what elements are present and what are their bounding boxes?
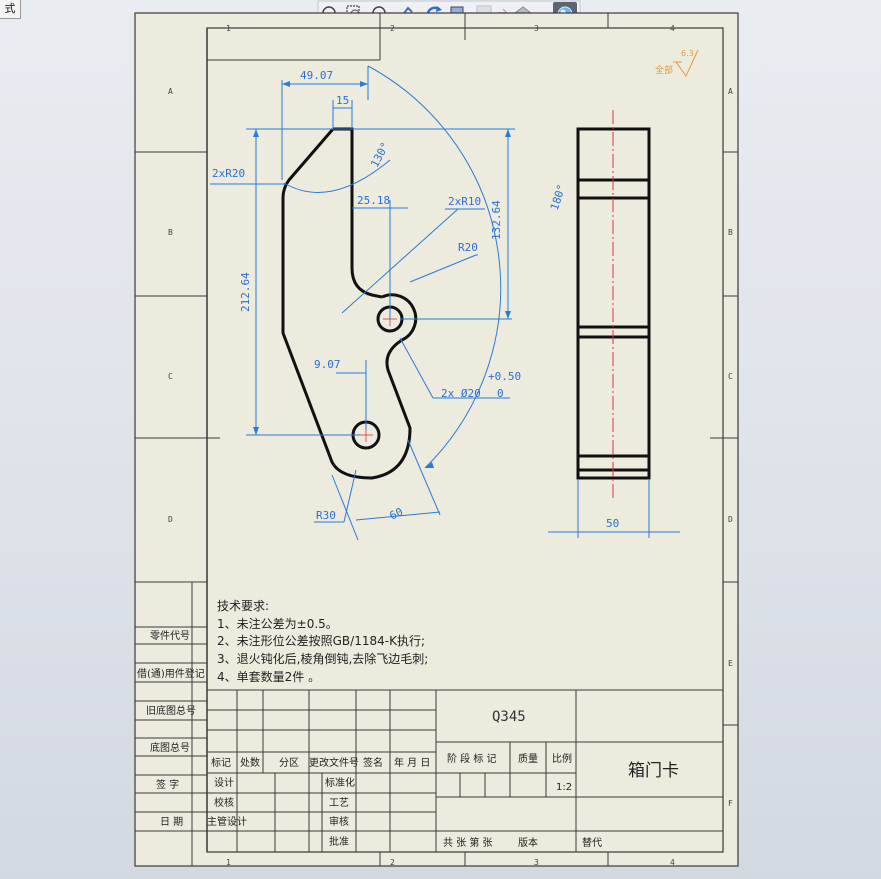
header-date: 年 月 日 xyxy=(394,756,430,769)
zone-row-a: A xyxy=(168,87,173,96)
drawing-viewport[interactable]: 1 2 3 4 1 2 3 4 A B C D A B C D E F 全部 6… xyxy=(0,0,881,879)
label-process: 工艺 xyxy=(329,797,349,809)
zone-col-3-bottom: 3 xyxy=(534,858,539,867)
zone-row-d: D xyxy=(168,515,173,524)
role-chief-design: 主管设计 xyxy=(207,815,247,828)
dim-R20: R20 xyxy=(458,241,478,254)
finish-label: 全部 xyxy=(655,64,673,76)
tech-req-item: 3、退火钝化后,棱角倒钝,去除飞边毛刺; xyxy=(217,651,428,666)
dim-tolerance-lower: 0 xyxy=(497,387,504,400)
zone-col-2: 2 xyxy=(390,24,395,33)
zone-row-d-right: D xyxy=(728,515,733,524)
dim-50: 50 xyxy=(606,517,619,530)
zone-row-b-right: B xyxy=(728,228,733,237)
weight-label: 质量 xyxy=(518,753,538,765)
zone-col-1: 1 xyxy=(226,24,231,33)
dim-R30: R30 xyxy=(316,509,336,522)
zone-row-c-right: C xyxy=(728,372,733,381)
tech-req-item: 2、未注形位公差按照GB/1184-K执行; xyxy=(217,633,425,648)
label-standardization: 标准化 xyxy=(325,776,355,789)
dim-49-07: 49.07 xyxy=(300,69,333,82)
left-label-borrowed: 借(通)用件登记 xyxy=(137,667,205,680)
zone-col-1-bottom: 1 xyxy=(226,858,231,867)
zone-row-f-right: F xyxy=(728,799,733,808)
zone-row-b: B xyxy=(168,228,173,237)
material-value: Q345 xyxy=(492,709,526,725)
left-label-old-drawing: 旧底图总号 xyxy=(146,704,196,717)
label-approve: 批准 xyxy=(329,835,349,848)
replace-label: 替代 xyxy=(582,836,602,849)
dim-2xR10: 2xR10 xyxy=(448,195,481,208)
dim-15: 15 xyxy=(336,94,349,107)
zone-row-a-right: A xyxy=(728,87,733,96)
zone-col-4: 4 xyxy=(670,24,675,33)
tech-req-title: 技术要求: xyxy=(217,599,269,613)
dim-212-64: 212.64 xyxy=(239,272,252,312)
finish-value: 6.3 xyxy=(681,49,694,58)
stage-label: 阶 段 标 记 xyxy=(447,752,497,765)
dim-tolerance-upper: +0.50 xyxy=(488,370,521,383)
dim-25-18: 25.18 xyxy=(357,194,390,207)
tech-req-item: 1、未注公差为±0.5。 xyxy=(217,616,338,631)
left-label-signature: 签 字 xyxy=(156,778,179,791)
left-label-part-code: 零件代号 xyxy=(150,630,190,642)
header-change-doc: 更改文件号 xyxy=(309,756,359,769)
part-name: 箱门卡 xyxy=(628,761,679,781)
header-mark: 标记 xyxy=(211,757,231,769)
zone-row-e-right: E xyxy=(728,659,733,668)
dim-2xR20: 2xR20 xyxy=(212,167,245,180)
role-design: 设计 xyxy=(214,776,234,789)
scale-value: 1:2 xyxy=(556,782,572,793)
label-review: 审核 xyxy=(329,815,349,828)
tech-req-item: 4、单套数量2件 。 xyxy=(217,669,320,684)
header-sign: 签名 xyxy=(363,756,383,769)
dim-9-07: 9.07 xyxy=(314,358,341,371)
dim-2x-phi20: 2x Ø20 xyxy=(441,387,481,400)
header-count: 处数 xyxy=(240,756,260,769)
scale-label: 比例 xyxy=(552,752,572,765)
zone-row-c: C xyxy=(168,372,173,381)
role-check: 校核 xyxy=(214,796,234,809)
dim-132-64: 132.64 xyxy=(490,200,503,240)
left-label-base-drawing: 底图总号 xyxy=(150,741,190,754)
version-label: 版本 xyxy=(518,836,538,849)
left-label-date: 日 期 xyxy=(160,816,183,828)
zone-col-3: 3 xyxy=(534,24,539,33)
zone-col-2-bottom: 2 xyxy=(390,858,395,867)
sheet-info: 共 张 第 张 xyxy=(443,836,493,849)
header-zone: 分区 xyxy=(279,757,299,769)
zone-col-4-bottom: 4 xyxy=(670,858,675,867)
